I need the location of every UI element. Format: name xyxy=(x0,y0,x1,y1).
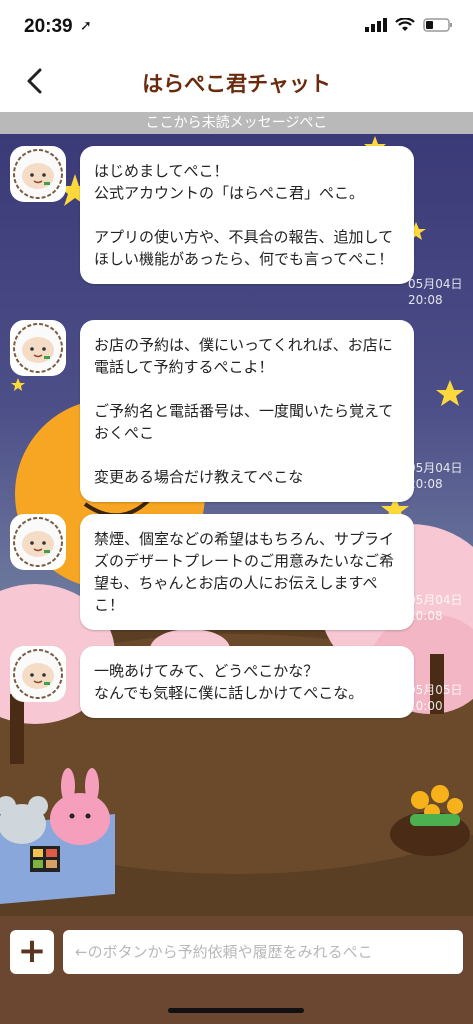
message-timestamp: 05月04日 20:08 xyxy=(408,277,463,307)
message-bubble: 一晩あけてみて、どうぺこかな？ なんでも気軽に僕に話しかけてぺこな。 xyxy=(80,646,414,718)
chat-area[interactable]: はじめましてぺこ！ 公式アカウントの「はらぺこ君」ぺこ。 アプリの使い方や、不具… xyxy=(0,134,473,916)
navigation-bar: はらぺこ君チャット xyxy=(0,50,473,112)
sheep-mascot-icon xyxy=(13,323,63,373)
signal-icon xyxy=(365,18,387,32)
message-timestamp: 05月04日 20:08 xyxy=(408,593,463,623)
message-timestamp: 05月04日 20:08 xyxy=(408,461,463,491)
unread-divider: ここから未読メッセージぺこ xyxy=(0,112,473,134)
message-bubble: お店の予約は、僕にいってくれれば、お店に電話して予約するぺこよ！ ご予約名と電話… xyxy=(80,320,414,502)
wifi-icon xyxy=(395,18,415,31)
status-bar: 20:39 ➚ xyxy=(0,0,473,50)
home-indicator[interactable] xyxy=(168,1008,304,1013)
sheep-mascot-icon xyxy=(13,517,63,567)
message-bubble: 禁煙、個室などの希望はもちろん、サプライズのデザートプレートのご用意みたいなご希… xyxy=(80,514,414,630)
location-arrow-icon: ➚ xyxy=(80,18,92,34)
status-icons xyxy=(365,18,453,32)
harapeko-avatar[interactable] xyxy=(10,514,66,570)
sheep-mascot-icon xyxy=(13,649,63,699)
harapeko-avatar[interactable] xyxy=(10,146,66,202)
star-shape xyxy=(11,378,25,391)
sheep-mascot-icon xyxy=(13,149,63,199)
battery-icon xyxy=(423,18,452,32)
star-shape xyxy=(436,380,464,406)
page-title: はらぺこ君チャット xyxy=(142,72,331,96)
input-bar: + xyxy=(0,916,473,1024)
status-time: 20:39 xyxy=(24,16,73,37)
message-input[interactable] xyxy=(63,930,463,974)
add-button[interactable]: + xyxy=(10,930,54,974)
plus-icon: + xyxy=(17,931,47,971)
message-timestamp: 05月05日 10:00 xyxy=(408,683,463,713)
harapeko-avatar[interactable] xyxy=(10,320,66,376)
harapeko-avatar[interactable] xyxy=(10,646,66,702)
message-bubble: はじめましてぺこ！ 公式アカウントの「はらぺこ君」ぺこ。 アプリの使い方や、不具… xyxy=(80,146,414,284)
